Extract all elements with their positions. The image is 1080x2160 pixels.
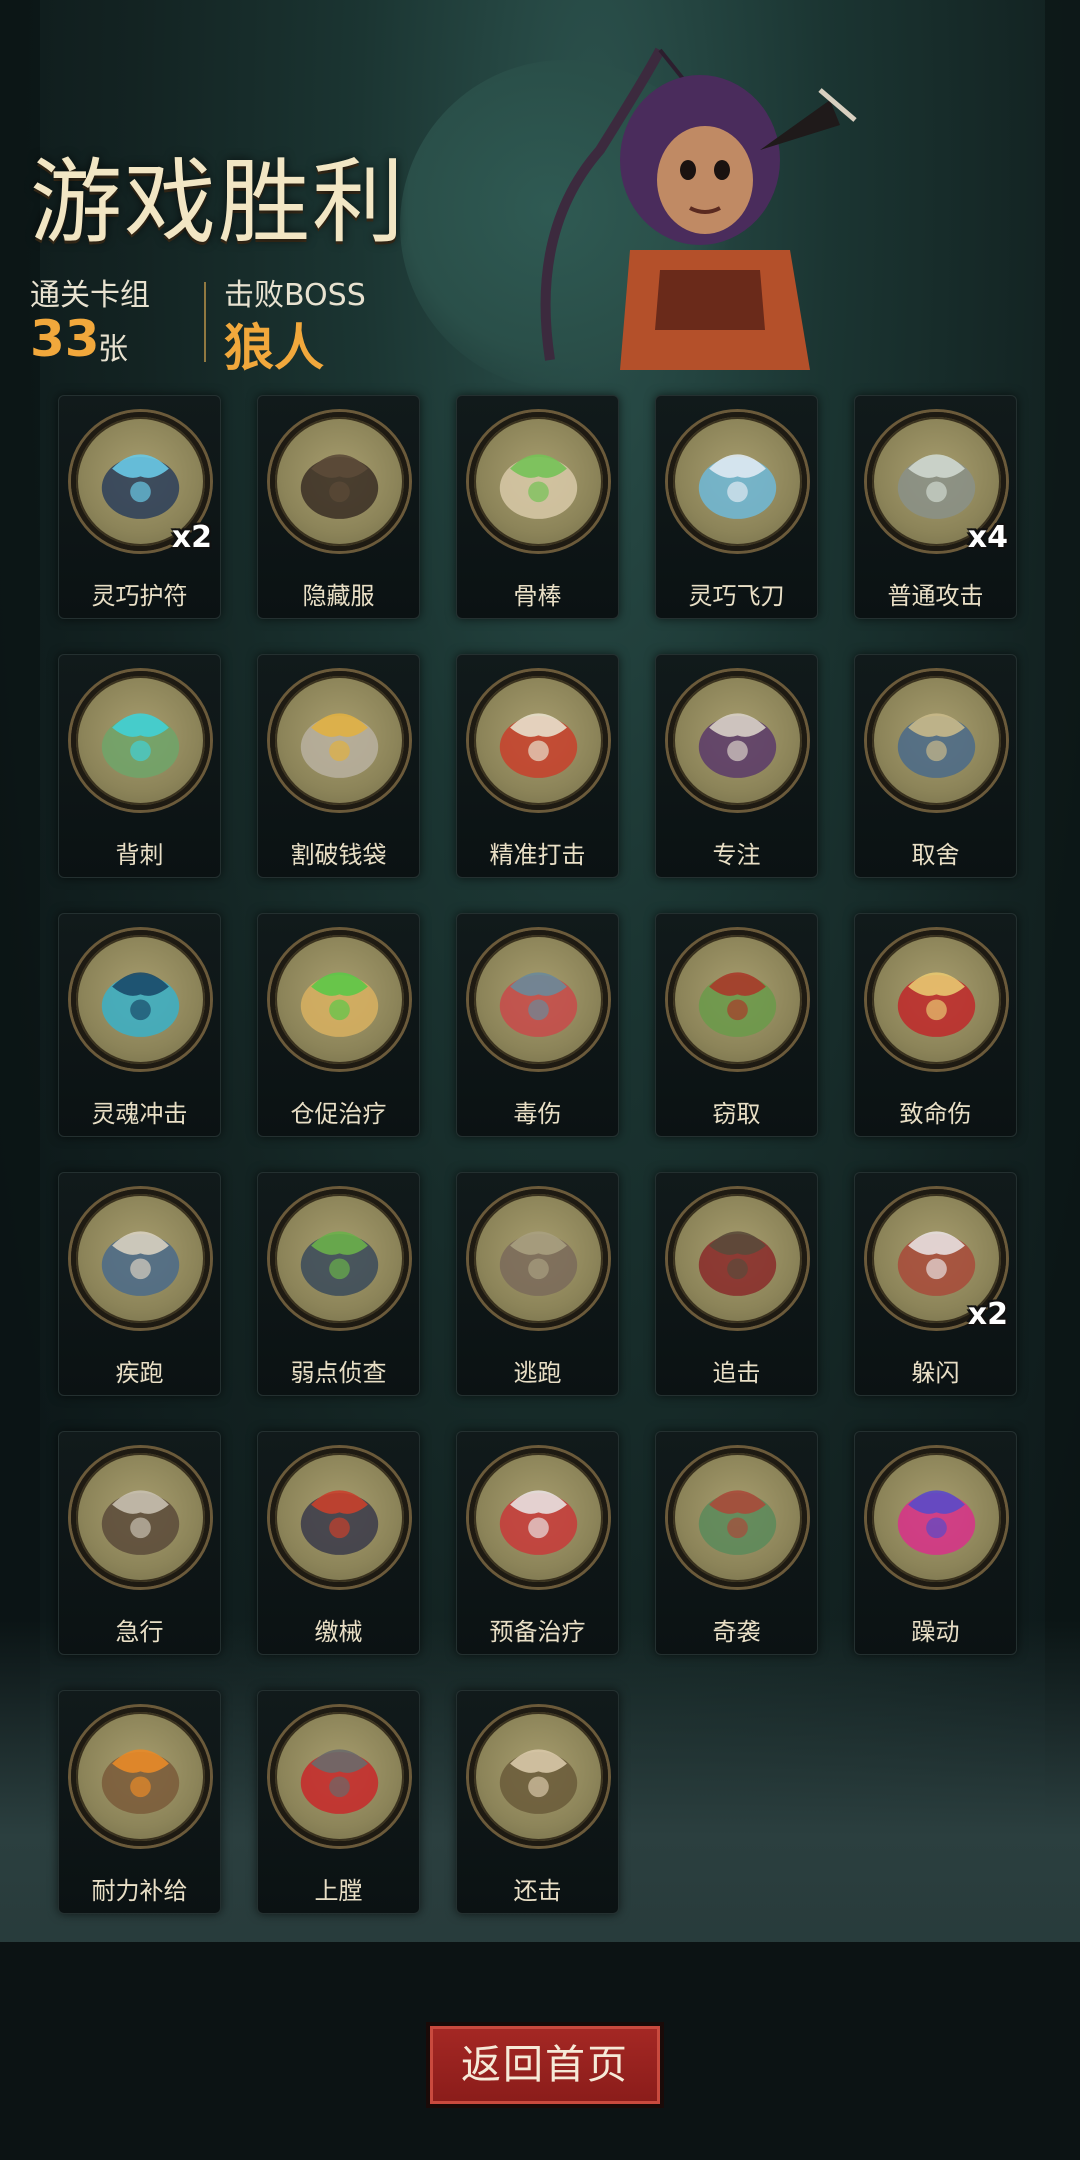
deck-card[interactable]: 背刺 bbox=[58, 654, 221, 878]
goblin-thief-icon bbox=[668, 930, 807, 1069]
deck-card[interactable]: 疾跑 bbox=[58, 1172, 221, 1396]
deck-card[interactable]: 隐藏服 bbox=[257, 395, 420, 619]
disarm-icon bbox=[270, 1448, 409, 1587]
card-label: 耐力补给 bbox=[91, 1877, 188, 1905]
stat-divider bbox=[204, 282, 206, 362]
deck-card[interactable]: 致命伤 bbox=[854, 913, 1017, 1137]
deck-card[interactable]: 奇袭 bbox=[655, 1431, 818, 1655]
card-label: 灵魂冲击 bbox=[91, 1100, 188, 1128]
card-count-badge: x2 bbox=[967, 1297, 1008, 1332]
card-label: 疾跑 bbox=[115, 1359, 164, 1387]
card-count-badge: x4 bbox=[967, 520, 1008, 555]
deck-card-grid: 灵巧护符 x2 隐藏服 骨棒 灵巧飞刀 普通攻击 x4 背刺 割破钱袋 精准打击 专注 取舍灵魂冲击 仓… bbox=[58, 395, 1017, 1914]
ambush-icon bbox=[668, 1448, 807, 1587]
deck-card[interactable]: 普通攻击 x4 bbox=[854, 395, 1017, 619]
cut-purse-icon bbox=[270, 671, 409, 810]
soul-blast-icon bbox=[71, 930, 210, 1069]
card-label: 割破钱袋 bbox=[290, 841, 387, 869]
card-label: 专注 bbox=[712, 841, 761, 869]
card-label: 取舍 bbox=[911, 841, 960, 869]
card-label: 躁动 bbox=[911, 1618, 960, 1646]
card-label: 骨棒 bbox=[513, 582, 562, 610]
victory-header: 游戏胜利 通关卡组 33 张 击败BOSS 狼人 bbox=[0, 0, 1080, 390]
stamina-potion-icon bbox=[71, 1707, 210, 1846]
deck-card[interactable]: 骨棒 bbox=[456, 395, 619, 619]
card-label: 还击 bbox=[513, 1877, 562, 1905]
rush-icon bbox=[71, 1448, 210, 1587]
deck-card[interactable]: 弱点侦查 bbox=[257, 1172, 420, 1396]
deck-card[interactable]: 还击 bbox=[456, 1690, 619, 1914]
pursuit-icon bbox=[668, 1189, 807, 1328]
card-label: 仓促治疗 bbox=[290, 1100, 387, 1128]
card-label: 致命伤 bbox=[899, 1100, 972, 1128]
sage-icon bbox=[867, 671, 1006, 810]
deck-card[interactable]: 取舍 bbox=[854, 654, 1017, 878]
card-label: 预备治疗 bbox=[489, 1618, 586, 1646]
deck-card[interactable]: 窃取 bbox=[655, 913, 818, 1137]
card-label: 急行 bbox=[115, 1618, 164, 1646]
deck-card[interactable]: 灵魂冲击 bbox=[58, 913, 221, 1137]
return-home-button[interactable]: 返回首页 bbox=[426, 2022, 664, 2108]
card-label: 躲闪 bbox=[911, 1359, 960, 1387]
boss-name: 狼人 bbox=[224, 319, 324, 377]
counterattack-icon bbox=[469, 1707, 608, 1846]
card-count-badge: x2 bbox=[171, 520, 212, 555]
deck-card[interactable]: 耐力补给 bbox=[58, 1690, 221, 1914]
deck-card[interactable]: 精准打击 bbox=[456, 654, 619, 878]
card-label: 背刺 bbox=[115, 841, 164, 869]
deck-card[interactable]: 毒伤 bbox=[456, 913, 619, 1137]
card-label: 弱点侦查 bbox=[290, 1359, 387, 1387]
hooded-archer-illustration bbox=[540, 47, 857, 370]
deck-card[interactable]: 上膛 bbox=[257, 1690, 420, 1914]
deck-card[interactable]: 躲闪 x2 bbox=[854, 1172, 1017, 1396]
poison-tentacle-icon bbox=[469, 930, 608, 1069]
deck-card[interactable]: 专注 bbox=[655, 654, 818, 878]
healing-scroll-icon bbox=[270, 930, 409, 1069]
deck-count: 33 bbox=[30, 310, 100, 368]
card-label: 缴械 bbox=[314, 1618, 363, 1646]
deck-card[interactable]: 预备治疗 bbox=[456, 1431, 619, 1655]
deck-label: 通关卡组 bbox=[30, 278, 150, 313]
card-label: 灵巧飞刀 bbox=[688, 582, 785, 610]
deck-card[interactable]: 灵巧飞刀 bbox=[655, 395, 818, 619]
flying-knives-icon bbox=[668, 412, 807, 551]
deck-card[interactable]: 躁动 bbox=[854, 1431, 1017, 1655]
card-label: 隐藏服 bbox=[302, 582, 375, 610]
crossbow-icon bbox=[270, 1707, 409, 1846]
wolf-icon bbox=[270, 1189, 409, 1328]
deck-card[interactable]: 灵巧护符 x2 bbox=[58, 395, 221, 619]
card-label: 逃跑 bbox=[513, 1359, 562, 1387]
bone-club-icon bbox=[469, 412, 608, 551]
deck-card[interactable]: 割破钱袋 bbox=[257, 654, 420, 878]
flee-icon bbox=[469, 1189, 608, 1328]
page-title: 游戏胜利 bbox=[30, 149, 407, 256]
sprint-icon bbox=[71, 1189, 210, 1328]
hooded-cloak-icon bbox=[270, 412, 409, 551]
deck-card[interactable]: 逃跑 bbox=[456, 1172, 619, 1396]
deck-card[interactable]: 追击 bbox=[655, 1172, 818, 1396]
target-icon bbox=[469, 671, 608, 810]
wizard-icon bbox=[668, 671, 807, 810]
card-label: 毒伤 bbox=[513, 1100, 562, 1128]
card-label: 奇袭 bbox=[712, 1618, 761, 1646]
backstab-icon bbox=[71, 671, 210, 810]
card-label: 追击 bbox=[712, 1359, 761, 1387]
card-label: 普通攻击 bbox=[887, 582, 984, 610]
deck-card[interactable]: 仓促治疗 bbox=[257, 913, 420, 1137]
fatal-dagger-icon bbox=[867, 930, 1006, 1069]
heart-heal-icon bbox=[469, 1448, 608, 1587]
card-label: 上膛 bbox=[314, 1877, 363, 1905]
card-label: 精准打击 bbox=[489, 841, 586, 869]
deck-card[interactable]: 缴械 bbox=[257, 1431, 420, 1655]
card-label: 窃取 bbox=[712, 1100, 761, 1128]
deck-unit: 张 bbox=[98, 332, 128, 367]
deck-card[interactable]: 急行 bbox=[58, 1431, 221, 1655]
card-label: 灵巧护符 bbox=[91, 582, 188, 610]
frenzy-icon bbox=[867, 1448, 1006, 1587]
